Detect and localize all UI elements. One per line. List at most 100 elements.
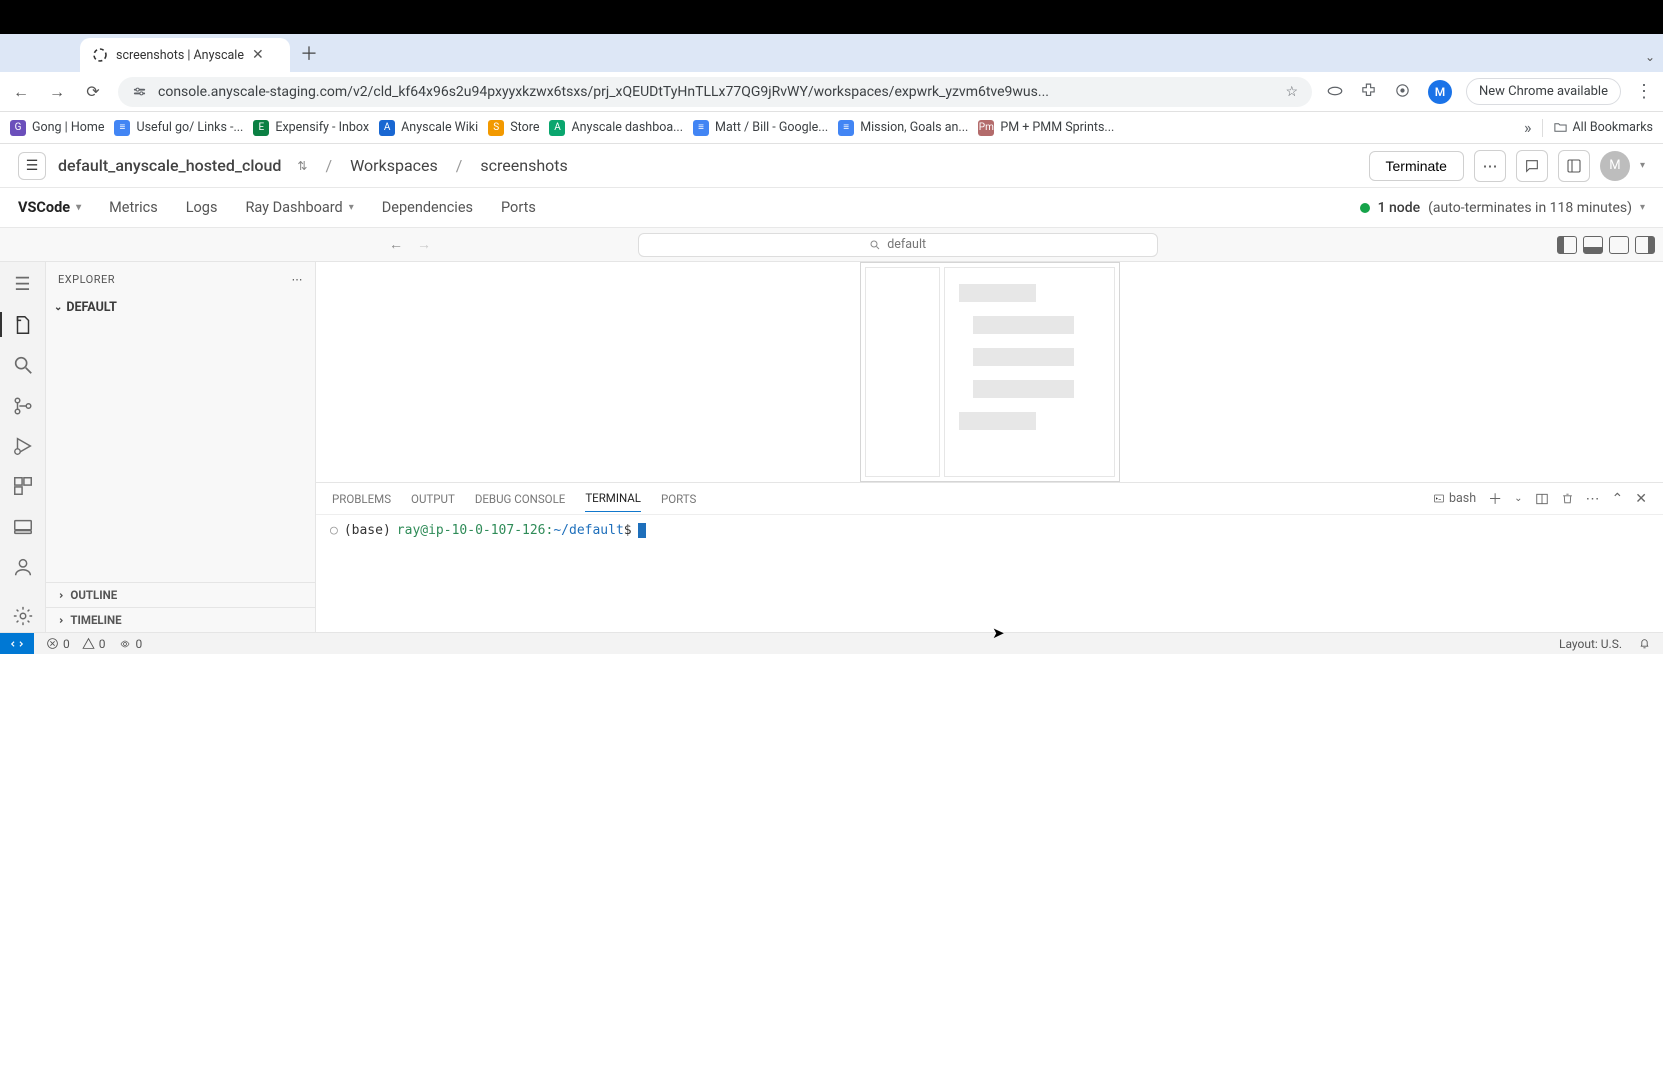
help-chat-icon[interactable] xyxy=(1516,150,1548,182)
terminate-button[interactable]: Terminate xyxy=(1369,151,1464,181)
activity-scm-icon[interactable] xyxy=(0,389,46,421)
outline-section[interactable]: ⌄ OUTLINE xyxy=(46,582,315,607)
reload-button[interactable]: ⟳ xyxy=(82,82,104,101)
panel-close-icon[interactable]: ✕ xyxy=(1635,491,1647,507)
trash-icon[interactable] xyxy=(1561,492,1574,505)
bookmark-overflow-icon[interactable]: » xyxy=(1524,118,1532,137)
layout-customize-icon[interactable] xyxy=(1635,236,1655,254)
activity-accounts-icon[interactable] xyxy=(0,551,46,583)
bookmark-item[interactable]: AAnyscale Wiki xyxy=(379,120,478,136)
nav-menu-button[interactable]: ☰ xyxy=(18,152,46,180)
panel-tab-problems[interactable]: PROBLEMS xyxy=(332,486,391,512)
chevron-down-icon[interactable]: ▾ xyxy=(349,202,354,213)
nav-back-icon[interactable]: ← xyxy=(389,236,403,253)
auto-terminate-text: (auto-terminates in 118 minutes) xyxy=(1428,200,1632,216)
bookmark-favicon: ≡ xyxy=(693,120,709,136)
bookmarks-bar: GGong | Home ≡Useful go/ Links -... EExp… xyxy=(0,112,1663,144)
bookmark-item[interactable]: EExpensify - Inbox xyxy=(253,120,369,136)
bookmark-item[interactable]: ≡Matt / Bill - Google... xyxy=(693,120,828,136)
tab-vscode[interactable]: VSCode▾ xyxy=(18,188,81,227)
status-dot-ok xyxy=(1360,203,1370,213)
activity-settings-icon[interactable] xyxy=(0,600,46,632)
status-ports[interactable]: 0 xyxy=(118,637,143,651)
folder-name: DEFAULT xyxy=(66,300,117,315)
tab-dependencies[interactable]: Dependencies xyxy=(382,188,473,227)
forward-button[interactable]: → xyxy=(46,82,68,102)
panel-tab-ports[interactable]: PORTS xyxy=(661,486,696,512)
status-bell-icon[interactable] xyxy=(1638,637,1651,650)
folder-root[interactable]: ⌄ DEFAULT xyxy=(52,296,309,319)
favicon-anyscale xyxy=(92,47,108,63)
remote-indicator[interactable] xyxy=(0,633,34,654)
nav-forward-icon[interactable]: → xyxy=(417,236,431,253)
activity-search-icon[interactable] xyxy=(0,349,46,381)
layout-sidebar-left-icon[interactable] xyxy=(1557,236,1577,254)
timeline-label: TIMELINE xyxy=(70,613,121,627)
tab-ports[interactable]: Ports xyxy=(501,188,536,227)
status-dropdown-icon[interactable]: ▾ xyxy=(1640,202,1645,213)
error-count: 0 xyxy=(63,637,70,651)
all-bookmarks-button[interactable]: All Bookmarks xyxy=(1553,120,1654,135)
user-dropdown-icon[interactable]: ▾ xyxy=(1640,160,1645,171)
toolbar-icon-3[interactable] xyxy=(1394,82,1414,102)
activity-bar: ☰ xyxy=(0,262,46,632)
tab-close-icon[interactable]: ✕ xyxy=(252,47,264,63)
tab-metrics[interactable]: Metrics xyxy=(109,188,158,227)
status-warnings[interactable]: 0 xyxy=(82,637,106,651)
split-terminal-icon[interactable] xyxy=(1535,492,1549,506)
activity-remote-icon[interactable] xyxy=(0,511,46,543)
terminal-body[interactable]: ○ (base) ray@ip-10-0-107-126:~/default$ xyxy=(316,515,1663,632)
terminal-split-dropdown-icon[interactable]: ⌄ xyxy=(1514,493,1522,504)
layout-sidebar-right-icon[interactable] xyxy=(1609,236,1629,254)
activity-debug-icon[interactable] xyxy=(0,430,46,462)
timeline-section[interactable]: ⌄ TIMELINE xyxy=(46,607,315,632)
tab-logs[interactable]: Logs xyxy=(186,188,218,227)
chrome-menu-icon[interactable]: ⋮ xyxy=(1635,81,1653,102)
command-center-search[interactable]: default xyxy=(638,233,1158,257)
breadcrumb-cloud[interactable]: default_anyscale_hosted_cloud xyxy=(58,156,281,175)
extensions-icon[interactable] xyxy=(1360,82,1380,102)
activity-explorer-icon[interactable] xyxy=(0,308,46,340)
browser-tab-active[interactable]: screenshots | Anyscale ✕ xyxy=(80,38,290,72)
switch-icon[interactable]: ⇅ xyxy=(297,159,307,173)
user-avatar[interactable]: M xyxy=(1600,151,1630,181)
new-terminal-icon[interactable]: ＋ xyxy=(1488,489,1502,509)
back-button[interactable]: ← xyxy=(10,82,32,102)
editor-area[interactable]: ➤ xyxy=(316,262,1663,482)
bookmark-item[interactable]: PmPM + PMM Sprints... xyxy=(978,120,1114,136)
explorer-more-icon[interactable]: ⋯ xyxy=(292,273,304,286)
profile-avatar[interactable]: M xyxy=(1428,80,1452,104)
panel-tab-terminal[interactable]: TERMINAL xyxy=(585,485,641,512)
bookmark-star-icon[interactable]: ☆ xyxy=(1285,84,1298,100)
warning-count: 0 xyxy=(99,637,106,651)
new-chrome-pill[interactable]: New Chrome available xyxy=(1466,78,1621,105)
all-bookmarks-label: All Bookmarks xyxy=(1573,120,1654,135)
panel-tab-debug-console[interactable]: DEBUG CONSOLE xyxy=(475,486,565,512)
new-tab-button[interactable]: ＋ xyxy=(300,40,318,72)
status-layout[interactable]: Layout: U.S. xyxy=(1559,637,1622,651)
vscode-titlebar: ← → default xyxy=(0,228,1663,262)
bookmark-item[interactable]: ≡Mission, Goals an... xyxy=(838,120,968,136)
site-settings-icon[interactable] xyxy=(132,84,148,99)
tabs-dropdown-icon[interactable]: ⌄ xyxy=(1645,50,1655,64)
bookmark-item[interactable]: GGong | Home xyxy=(10,120,104,136)
toolbar-icon-1[interactable] xyxy=(1326,82,1346,102)
terminal-profile-bash[interactable]: bash xyxy=(1433,491,1476,506)
panel-maximize-icon[interactable]: ⌃ xyxy=(1612,491,1624,507)
bookmark-item[interactable]: AAnyscale dashboa... xyxy=(549,120,683,136)
address-bar[interactable]: console.anyscale-staging.com/v2/cld_kf64… xyxy=(118,77,1312,107)
tab-ray-dashboard[interactable]: Ray Dashboard▾ xyxy=(245,188,353,227)
status-errors[interactable]: 0 xyxy=(46,637,70,651)
panel-tab-output[interactable]: OUTPUT xyxy=(411,486,455,512)
panel-layout-icon[interactable] xyxy=(1558,150,1590,182)
more-actions-button[interactable]: ⋯ xyxy=(1474,150,1506,182)
panel-more-icon[interactable]: ⋯ xyxy=(1586,491,1600,507)
chevron-down-icon[interactable]: ▾ xyxy=(76,202,81,213)
activity-menu-icon[interactable]: ☰ xyxy=(0,268,46,300)
breadcrumb-workspaces[interactable]: Workspaces xyxy=(350,156,438,175)
editor-panel: ➤ PROBLEMS OUTPUT DEBUG CONSOLE TERMINAL… xyxy=(316,262,1663,632)
layout-panel-bottom-icon[interactable] xyxy=(1583,236,1603,254)
bookmark-item[interactable]: SStore xyxy=(488,120,539,136)
activity-extensions-icon[interactable] xyxy=(0,470,46,502)
bookmark-item[interactable]: ≡Useful go/ Links -... xyxy=(114,120,243,136)
